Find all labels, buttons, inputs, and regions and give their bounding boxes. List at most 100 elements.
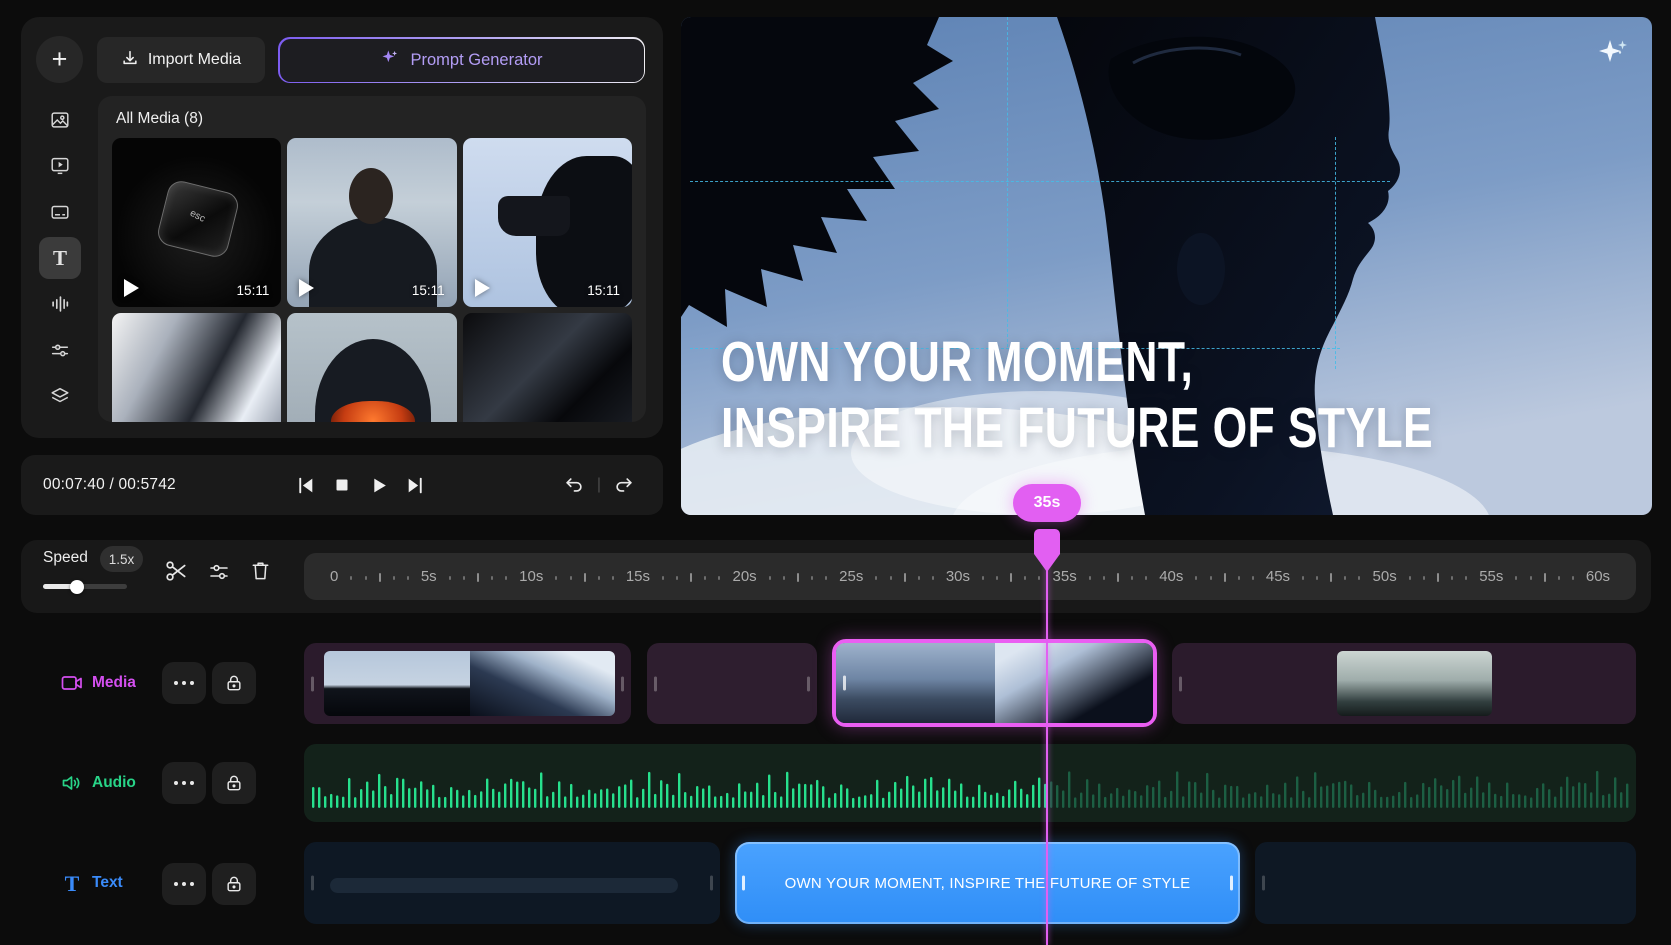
portrait-head [349,168,393,224]
playhead-time-badge[interactable]: 35s [1013,484,1081,522]
add-media-button[interactable]: + [36,36,83,83]
ruler-minor-ticks [1077,571,1159,582]
speaker-icon [60,771,84,795]
speed-slider-thumb[interactable] [70,580,84,594]
audio-clip[interactable] [304,744,1636,822]
skip-back-button[interactable] [293,473,318,498]
playback-bar: 00:07:40 / 00:5742 | [21,455,663,515]
prompt-generator-label: Prompt Generator [410,51,542,70]
ruler-tick-label: 55s [1479,568,1503,585]
clip-duration: 15:11 [587,283,620,298]
import-media-button[interactable]: Import Media [97,37,265,83]
overlay-line-2: INSPIRE THE FUTURE OF STYLE [721,395,1433,461]
text-track-label: Text [92,874,123,892]
play-button[interactable] [366,473,391,498]
sparkle-icon [380,48,400,73]
media-track-label: Media [92,674,136,692]
ruler-tick-label: 10s [519,568,543,585]
captions-tool-icon[interactable] [39,191,81,233]
playhead-line[interactable] [1046,566,1048,945]
import-media-label: Import Media [148,51,241,69]
ruler-tick-label: 60s [1586,568,1610,585]
ruler-tick-label: 40s [1159,568,1183,585]
media-thumbnail[interactable]: 15:11 [463,138,632,307]
ruler-tick-label: 5s [421,568,437,585]
transport-controls [293,455,428,515]
media-thumbnail[interactable] [112,313,281,422]
tool-rail: T [39,99,83,421]
ruler-tick-label: 45s [1266,568,1290,585]
media-clip[interactable] [647,643,817,724]
ruler-tick-label: 20s [733,568,757,585]
ruler-tick-label: 30s [946,568,970,585]
timeline-toolbar: Speed 1.5x 05s10s15s20s25s30s35s40s45s50… [21,540,1651,613]
text-clip-content: OWN YOUR MOMENT, INSPIRE THE FUTURE OF S… [785,875,1191,892]
clip-thumbnails [324,651,615,716]
skip-forward-button[interactable] [403,473,428,498]
speed-slider[interactable] [43,584,127,589]
ruler-minor-ticks [1397,571,1479,582]
ruler-tick-label: 0 [330,568,338,585]
media-thumbnail[interactable] [463,313,632,422]
ruler-tick-label: 50s [1373,568,1397,585]
all-media-header: All Media (8) [116,110,203,128]
text-clip[interactable] [304,842,720,924]
play-icon [475,279,490,297]
audio-track-lock-icon[interactable] [212,762,256,804]
speed-label: Speed [43,549,88,567]
media-clip[interactable] [304,643,631,724]
media-thumbnail[interactable]: 15:11 [287,138,456,307]
adjust-tool-icon[interactable] [39,329,81,371]
ruler-minor-ticks [338,571,420,582]
camera-icon [60,671,84,695]
delete-icon[interactable] [249,559,272,582]
play-icon [124,279,139,297]
esc-key-shape: esc [155,178,241,259]
text-clip-placeholder [330,878,678,893]
text-tool-icon[interactable]: T [39,237,81,279]
timeline-ruler[interactable]: 05s10s15s20s25s30s35s40s45s50s55s60s [304,553,1636,600]
canvas-text-overlay[interactable]: OWN YOUR MOMENT, INSPIRE THE FUTURE OF S… [721,329,1433,461]
audio-track-label: Audio [92,774,136,792]
ruler-minor-ticks [757,571,839,582]
ruler-tick-label: 25s [839,568,863,585]
clip-thumbnails [836,643,1153,723]
prompt-generator-button[interactable]: Prompt Generator [278,37,645,83]
ai-sparkle-icon[interactable] [1596,38,1630,75]
ruler-tick-label: 15s [626,568,650,585]
playhead-handle[interactable] [1033,528,1061,579]
text-clip-selected[interactable]: OWN YOUR MOMENT, INSPIRE THE FUTURE OF S… [735,842,1240,924]
snap-guide-horizontal [690,181,1390,182]
text-track-lock-icon[interactable] [212,863,256,905]
layers-tool-icon[interactable] [39,375,81,417]
media-clip-selected[interactable] [832,639,1157,727]
redo-button[interactable] [611,472,637,498]
adjust-icon[interactable] [207,560,231,584]
text-track-menu-button[interactable] [162,863,206,905]
helmet-visor [331,401,415,422]
image-tool-icon[interactable] [39,99,81,141]
preview-canvas[interactable]: OWN YOUR MOMENT, INSPIRE THE FUTURE OF S… [681,17,1652,515]
video-tool-icon[interactable] [39,145,81,187]
media-track-lock-icon[interactable] [212,662,256,704]
speed-value-badge[interactable]: 1.5x [100,546,143,572]
media-grid: esc 15:11 15:11 15:11 [112,138,632,422]
ruler-minor-ticks [437,571,519,582]
stop-button[interactable] [330,473,354,497]
ruler-minor-ticks [543,571,625,582]
media-thumbnail[interactable]: esc 15:11 [112,138,281,307]
timecode: 00:07:40 / 00:5742 [43,476,176,494]
video-editor-app: + Import Media Prompt Generator [0,0,1671,945]
undo-button[interactable] [561,472,587,498]
clip-duration: 15:11 [412,283,445,298]
media-track-menu-button[interactable] [162,662,206,704]
text-clip[interactable] [1255,842,1636,924]
media-clip[interactable] [1172,643,1636,724]
audio-wave-tool-icon[interactable] [39,283,81,325]
cut-icon[interactable] [163,558,189,584]
ruler-minor-ticks [1503,571,1585,582]
media-thumbnail[interactable] [287,313,456,422]
media-library-panel: + Import Media Prompt Generator [21,17,663,438]
clip-duration: 15:11 [237,283,270,298]
audio-track-menu-button[interactable] [162,762,206,804]
